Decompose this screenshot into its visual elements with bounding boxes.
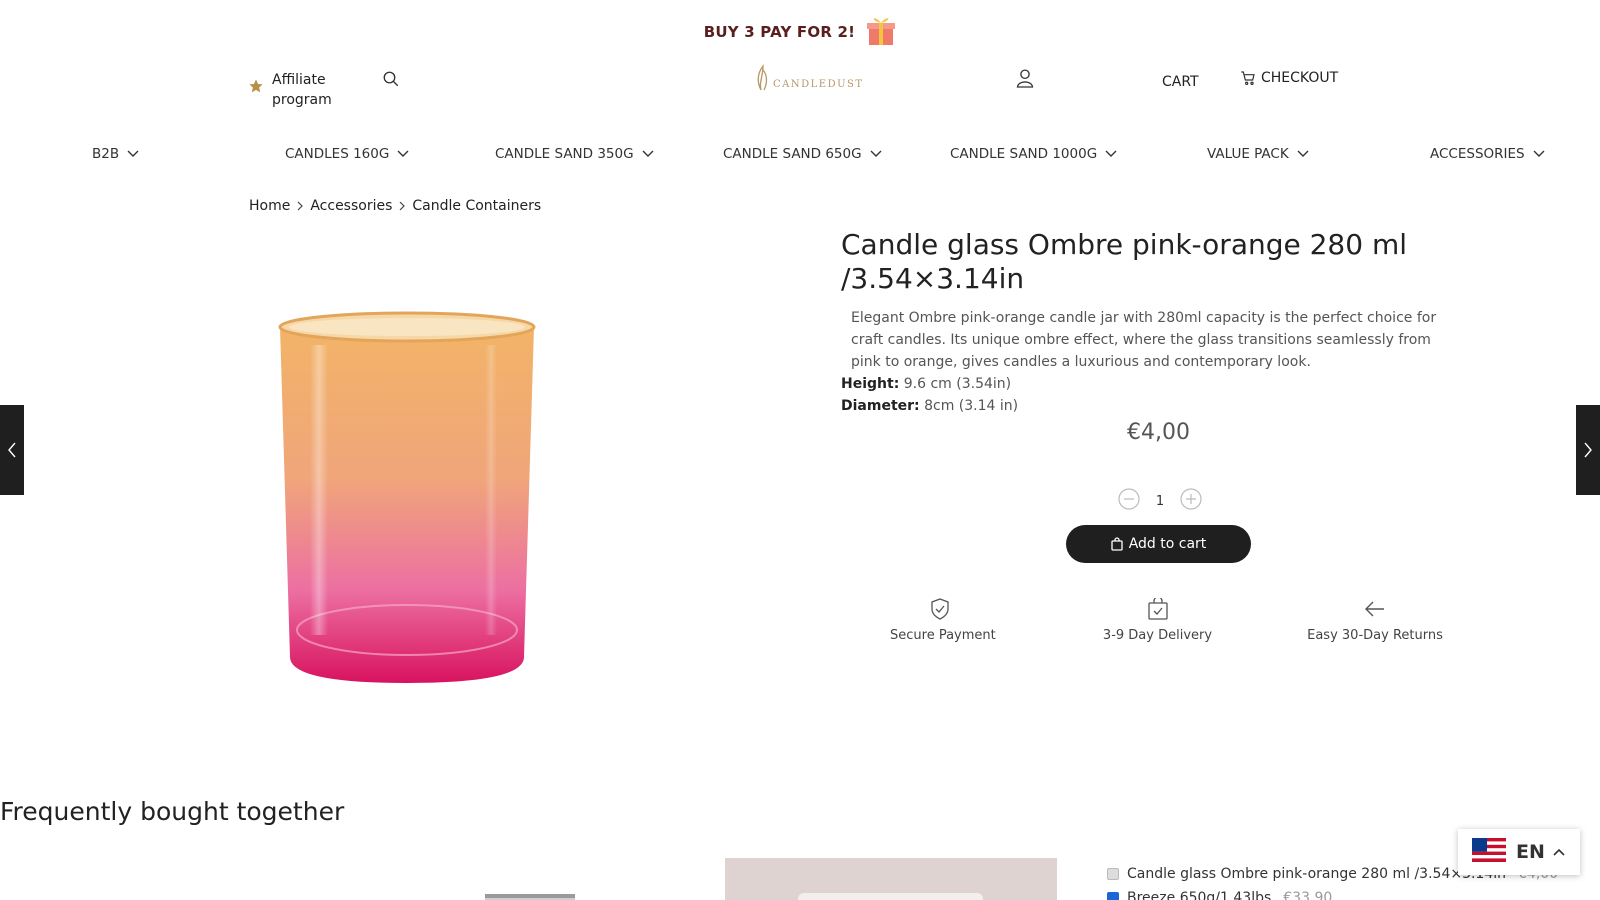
chevron-down-icon bbox=[1297, 150, 1309, 157]
product-description: Elegant Ombre pink-orange candle jar wit… bbox=[851, 310, 1437, 370]
affiliate-link[interactable]: Affiliate program bbox=[248, 70, 347, 110]
fbt-item-name[interactable]: Candle glass Ombre pink-orange 280 ml /3… bbox=[1127, 866, 1506, 882]
breadcrumb-home[interactable]: Home bbox=[249, 198, 290, 214]
fbt-checkbox[interactable] bbox=[1107, 892, 1119, 900]
returns-label: Easy 30-Day Returns bbox=[1307, 628, 1443, 643]
shield-check-icon bbox=[931, 598, 949, 620]
secure-payment-badge: Secure Payment bbox=[890, 598, 996, 643]
spec-height: Height: 9.6 cm (3.54in) bbox=[841, 376, 1011, 392]
spec-height-value: 9.6 cm (3.54in) bbox=[903, 376, 1012, 392]
chevron-down-icon bbox=[642, 150, 654, 157]
spec-height-label: Height: bbox=[841, 376, 900, 392]
nav-item-label: CANDLE SAND 1000G bbox=[950, 146, 1098, 162]
list-item: Breeze 650g/1.43lbs €33,90 bbox=[1107, 886, 1558, 900]
product-image[interactable] bbox=[270, 305, 545, 690]
nav-item-candles-160g[interactable]: CANDLES 160G bbox=[285, 146, 409, 162]
chevron-down-icon bbox=[1105, 150, 1117, 157]
chevron-right-icon bbox=[1584, 442, 1592, 458]
cart-link[interactable]: CART bbox=[1162, 74, 1199, 90]
delivery-label: 3-9 Day Delivery bbox=[1102, 628, 1213, 643]
nav-item-label: ACCESSORIES bbox=[1430, 146, 1525, 162]
spec-diameter-label: Diameter: bbox=[841, 398, 920, 414]
add-to-cart-button[interactable]: Add to cart bbox=[1066, 525, 1251, 563]
us-flag-icon bbox=[1472, 838, 1506, 866]
fbt-product-image[interactable] bbox=[725, 858, 1057, 900]
product-title: Candle glass Ombre pink-orange 280 ml /3… bbox=[841, 228, 1408, 295]
quantity-input[interactable]: 1 bbox=[1140, 494, 1180, 509]
spec-diameter-value: 8cm (3.14 in) bbox=[924, 398, 1019, 414]
returns-badge: Easy 30-Day Returns bbox=[1300, 598, 1450, 643]
candle-lid-shape bbox=[798, 893, 983, 900]
promo-text: BUY 3 PAY FOR 2! bbox=[703, 23, 856, 41]
nav-item-candle-sand-350g[interactable]: CANDLE SAND 350G bbox=[495, 146, 654, 162]
chevron-down-icon bbox=[1533, 150, 1545, 157]
nav-item-label: VALUE PACK bbox=[1207, 146, 1289, 162]
checkout-label: CHECKOUT bbox=[1261, 70, 1339, 86]
search-icon[interactable] bbox=[382, 70, 400, 92]
nav-item-b2b[interactable]: B2B bbox=[92, 146, 139, 162]
nav-item-label: CANDLE SAND 650G bbox=[723, 146, 862, 162]
affiliate-label: Affiliate program bbox=[272, 72, 332, 108]
main-nav: B2B CANDLES 160G CANDLE SAND 350G CANDLE… bbox=[0, 146, 1600, 170]
chevron-down-icon bbox=[127, 150, 139, 157]
breadcrumb-accessories[interactable]: Accessories bbox=[310, 198, 392, 214]
breadcrumb-candle-containers[interactable]: Candle Containers bbox=[412, 198, 541, 214]
logo[interactable]: CANDLEDUST bbox=[755, 64, 864, 96]
shopping-bag-icon bbox=[1111, 537, 1123, 551]
nav-item-candle-sand-1000g[interactable]: CANDLE SAND 1000G bbox=[950, 146, 1117, 162]
logo-text: CANDLEDUST bbox=[773, 78, 864, 90]
fbt-item-name[interactable]: Breeze 650g/1.43lbs bbox=[1127, 890, 1271, 900]
header: Affiliate program CANDLEDUST CART CHECKO… bbox=[0, 64, 1600, 114]
arrow-left-icon bbox=[1365, 601, 1384, 617]
language-code: EN bbox=[1516, 841, 1545, 863]
quantity-stepper: 1 bbox=[1118, 488, 1202, 514]
minus-icon[interactable] bbox=[1118, 488, 1140, 514]
fbt-checkbox[interactable] bbox=[1107, 868, 1119, 880]
star-icon bbox=[248, 78, 264, 98]
checkout-link[interactable]: CHECKOUT bbox=[1240, 70, 1338, 86]
nav-item-accessories[interactable]: ACCESSORIES bbox=[1430, 146, 1545, 162]
add-to-cart-label: Add to cart bbox=[1128, 536, 1207, 552]
nav-item-label: CANDLE SAND 350G bbox=[495, 146, 634, 162]
shopping-cart-icon bbox=[1241, 71, 1255, 85]
flame-logo-icon bbox=[755, 64, 771, 96]
product-price: €4,00 bbox=[1127, 420, 1190, 445]
fbt-product-image[interactable] bbox=[480, 888, 580, 900]
nav-item-value-pack[interactable]: VALUE PACK bbox=[1207, 146, 1309, 162]
next-product-button[interactable] bbox=[1576, 405, 1600, 495]
nav-item-label: CANDLES 160G bbox=[285, 146, 390, 162]
previous-product-button[interactable] bbox=[0, 405, 24, 495]
package-check-icon bbox=[1147, 596, 1168, 620]
secure-payment-label: Secure Payment bbox=[890, 628, 996, 643]
chevron-right-icon bbox=[297, 201, 304, 211]
breadcrumb: Home Accessories Candle Containers bbox=[249, 198, 541, 214]
promo-bar: BUY 3 PAY FOR 2! bbox=[0, 14, 1600, 50]
nav-item-label: B2B bbox=[92, 146, 120, 162]
user-icon[interactable] bbox=[1016, 68, 1034, 92]
spec-diameter: Diameter: 8cm (3.14 in) bbox=[841, 398, 1018, 414]
chevron-up-icon bbox=[1553, 848, 1565, 856]
chevron-left-icon bbox=[8, 442, 16, 458]
nav-item-candle-sand-650g[interactable]: CANDLE SAND 650G bbox=[723, 146, 882, 162]
gift-icon bbox=[866, 14, 896, 50]
plus-icon[interactable] bbox=[1180, 488, 1202, 514]
chevron-right-icon bbox=[399, 201, 406, 211]
delivery-badge: 3-9 Day Delivery bbox=[1100, 596, 1215, 643]
chevron-down-icon bbox=[870, 150, 882, 157]
fbt-title: Frequently bought together bbox=[0, 797, 345, 826]
chevron-down-icon bbox=[397, 150, 409, 157]
language-switcher[interactable]: EN bbox=[1458, 829, 1580, 875]
fbt-item-price: €33,90 bbox=[1283, 890, 1333, 900]
